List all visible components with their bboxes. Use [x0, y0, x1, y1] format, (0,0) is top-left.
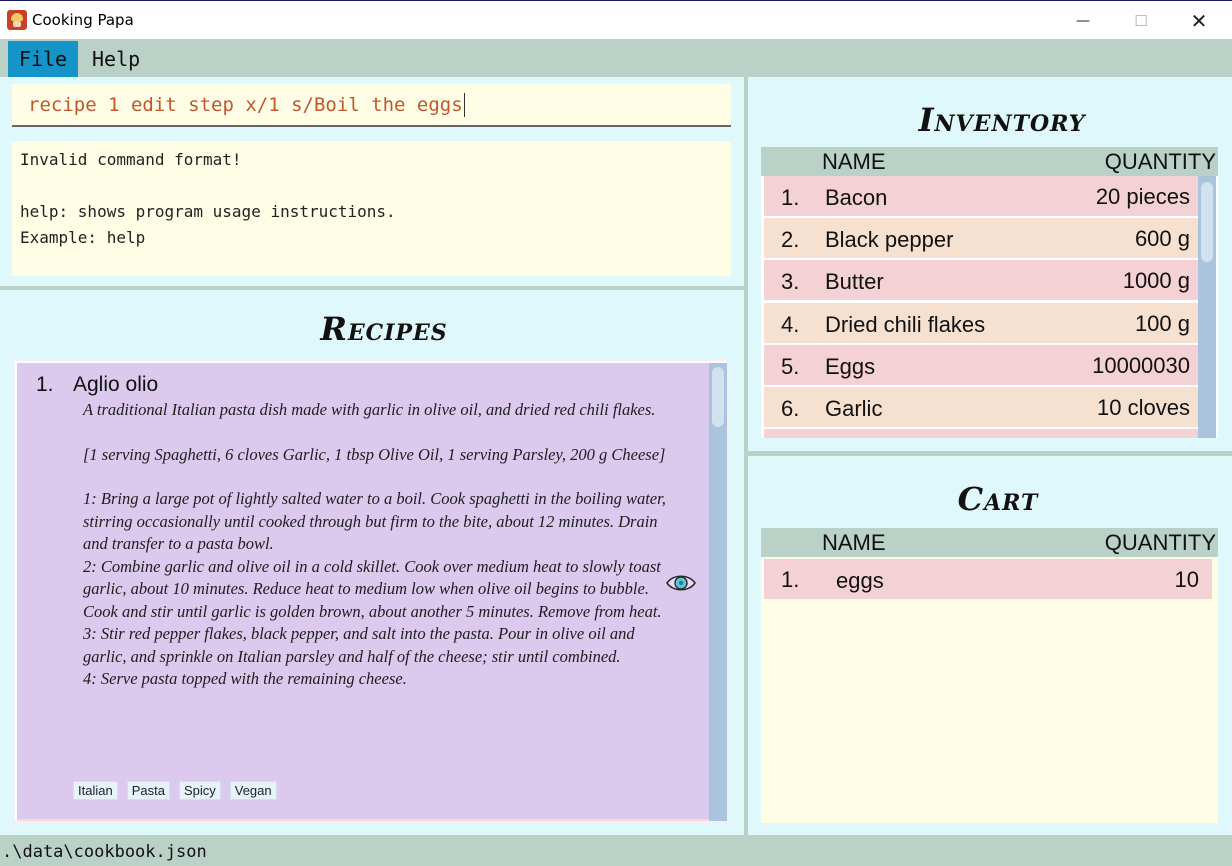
- row-quantity: 1000 g: [1122, 268, 1190, 293]
- recipe-step: 4: Serve pasta topped with the remaining…: [83, 669, 407, 688]
- window-title: Cooking Papa: [32, 11, 134, 29]
- inventory-list[interactable]: 1. Bacon 20 pieces 2. Black pepper 600 g…: [761, 176, 1218, 438]
- inventory-row[interactable]: 4. Dried chili flakes 100 g: [764, 303, 1198, 343]
- eye-icon[interactable]: [665, 572, 697, 594]
- inventory-panel: Inventory NAME QUANTITY 1. Bacon 20 piec…: [748, 77, 1232, 451]
- row-name: Butter: [825, 269, 884, 294]
- status-bar: .\data\cookbook.json: [0, 835, 1232, 866]
- row-quantity: 10: [1174, 567, 1199, 592]
- inventory-row[interactable]: 6. Garlic 10 cloves: [764, 387, 1198, 427]
- recipe-step: 1: Bring a large pot of lightly salted w…: [83, 489, 666, 553]
- cart-heading: Cart: [957, 480, 1039, 518]
- row-name: eggs: [836, 568, 884, 593]
- cart-quantity-header: QUANTITY: [1104, 530, 1216, 555]
- row-index: 2.: [781, 227, 800, 252]
- inventory-quantity-header: QUANTITY: [1104, 149, 1216, 174]
- inventory-row[interactable]: 5. Eggs 10000030: [764, 345, 1198, 385]
- tag: Spicy: [178, 781, 221, 800]
- row-index: 3.: [781, 269, 800, 294]
- menu-help[interactable]: Help: [82, 41, 150, 77]
- row-name: Eggs: [825, 354, 876, 379]
- inventory-name-header: NAME: [822, 149, 886, 174]
- next-recipe-edge: [17, 819, 709, 821]
- recipe-step: 2: Combine garlic and olive oil in a col…: [83, 556, 662, 621]
- title-bar: Cooking Papa — ☐ ✕: [0, 0, 1232, 39]
- inventory-header: NAME QUANTITY: [761, 147, 1218, 176]
- result-display: Invalid command format! help: shows prog…: [12, 141, 731, 276]
- row-index: 6.: [781, 396, 800, 421]
- tag: Vegan: [229, 781, 277, 800]
- recipe-scrollbar[interactable]: [709, 363, 727, 821]
- row-index: 4.: [781, 312, 800, 337]
- inventory-row-partial[interactable]: [764, 429, 1198, 438]
- recipe-description: A traditional Italian pasta dish made wi…: [83, 400, 656, 419]
- minimize-button[interactable]: —: [1060, 1, 1106, 40]
- tag-list: Italian Pasta Spicy Vegan: [73, 781, 277, 800]
- recipe-index: 1.: [36, 373, 54, 396]
- command-input[interactable]: recipe 1 edit step x/1 s/Boil the eggs: [12, 84, 731, 127]
- row-quantity: 10000030: [1092, 353, 1190, 378]
- recipe-card[interactable]: 1. Aglio olio A traditional Italian past…: [17, 363, 709, 821]
- cart-panel: Cart NAME QUANTITY 1. eggs 10: [748, 456, 1232, 835]
- inventory-row[interactable]: 2. Black pepper 600 g: [764, 218, 1198, 258]
- cart-row[interactable]: 1. eggs 10: [764, 559, 1212, 599]
- inventory-heading: Inventory: [918, 101, 1086, 139]
- inventory-row[interactable]: 3. Butter 1000 g: [764, 260, 1198, 300]
- maximize-button[interactable]: ☐: [1118, 1, 1164, 40]
- data-file-path: .\data\cookbook.json: [2, 842, 207, 862]
- row-quantity: 20 pieces: [1095, 184, 1190, 209]
- cart-list[interactable]: 1. eggs 10: [761, 557, 1218, 823]
- row-quantity: 10 cloves: [1097, 395, 1190, 420]
- cart-name-header: NAME: [822, 530, 886, 555]
- row-quantity: 600 g: [1134, 226, 1190, 251]
- recipe-list[interactable]: 1. Aglio olio A traditional Italian past…: [13, 359, 729, 823]
- row-index: 1.: [781, 185, 800, 210]
- row-index: 5.: [781, 354, 800, 379]
- menu-file[interactable]: File: [8, 41, 78, 77]
- inventory-scrollbar-thumb[interactable]: [1201, 182, 1213, 262]
- recipes-heading: Recipes: [320, 310, 448, 348]
- text-caret: [463, 92, 465, 117]
- cart-header: NAME QUANTITY: [761, 528, 1218, 557]
- row-quantity: 100 g: [1134, 311, 1190, 336]
- recipe-steps: 1: Bring a large pot of lightly salted w…: [83, 488, 667, 691]
- recipe-body: A traditional Italian pasta dish made wi…: [83, 399, 667, 691]
- row-name: Dried chili flakes: [825, 312, 986, 337]
- app-logo-icon: [7, 10, 27, 30]
- recipe-name: Aglio olio: [73, 373, 159, 396]
- row-name: Garlic: [825, 396, 883, 421]
- tag: Pasta: [126, 781, 170, 800]
- inventory-scrollbar[interactable]: [1198, 176, 1216, 438]
- command-panel: recipe 1 edit step x/1 s/Boil the eggs I…: [0, 77, 744, 286]
- recipes-panel: Recipes 1. Aglio olio A traditional Ital…: [0, 290, 744, 835]
- command-input-text: recipe 1 edit step x/1 s/Boil the eggs: [28, 93, 463, 116]
- recipe-scrollbar-thumb[interactable]: [712, 367, 724, 427]
- tag: Italian: [73, 781, 118, 800]
- row-index: 1.: [781, 567, 800, 592]
- recipe-ingredients: [1 serving Spaghetti, 6 cloves Garlic, 1…: [83, 444, 666, 464]
- menu-bar: File Help: [0, 39, 1232, 77]
- inventory-row[interactable]: 1. Bacon 20 pieces: [764, 176, 1198, 216]
- close-button[interactable]: ✕: [1176, 1, 1222, 40]
- recipe-step: 3: Stir red pepper flakes, black pepper,…: [83, 624, 635, 666]
- row-name: Bacon: [825, 185, 888, 210]
- row-name: Black pepper: [825, 227, 954, 252]
